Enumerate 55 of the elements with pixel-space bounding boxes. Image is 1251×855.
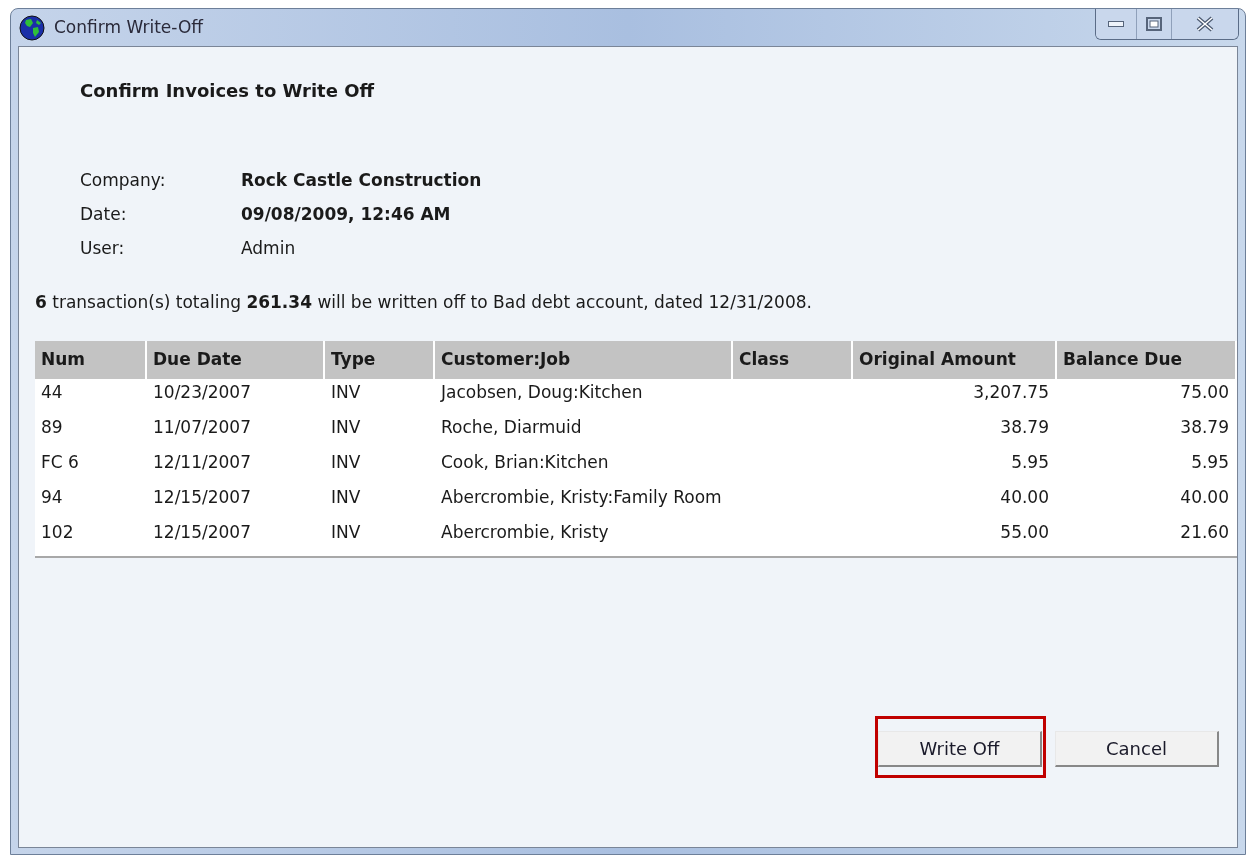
field-value: Rock Castle Construction (241, 169, 482, 193)
table-cell: 55.00 (1000, 522, 1049, 542)
table-cell: Abercrombie, Kristy:Family Room (441, 487, 722, 507)
close-button[interactable] (1172, 9, 1238, 39)
table-cell: 11/07/2007 (153, 417, 251, 437)
maximize-icon (1146, 17, 1162, 31)
field-label: User: (80, 237, 126, 261)
table-cell: 89 (41, 417, 63, 437)
globe-icon (19, 14, 45, 41)
table-cell: 40.00 (1000, 487, 1049, 507)
table-cell: Cook, Brian:Kitchen (441, 452, 609, 472)
dialog-heading: Confirm Invoices to Write Off (80, 79, 375, 103)
table-cell: 21.60 (1180, 522, 1229, 542)
table-cell: 12/11/2007 (153, 452, 251, 472)
close-icon (1195, 16, 1215, 32)
field-value: 09/08/2009, 12:46 AM (241, 203, 451, 227)
table-cell: 10/23/2007 (153, 382, 251, 402)
field-label: Date: (80, 203, 128, 227)
table-cell: FC 6 (41, 452, 79, 472)
column-header[interactable]: Original Amount (853, 341, 1055, 379)
window-title: Confirm Write-Off (54, 15, 203, 39)
column-header[interactable]: Class (733, 341, 851, 379)
table-cell: Roche, Diarmuid (441, 417, 582, 437)
table-cell: 12/15/2007 (153, 522, 251, 542)
table-cell: INV (331, 417, 361, 437)
maximize-button[interactable] (1136, 9, 1172, 39)
table-cell: INV (331, 522, 361, 542)
table-cell: 38.79 (1180, 417, 1229, 437)
minimize-button[interactable] (1096, 9, 1136, 39)
column-header[interactable]: Customer:Job (435, 341, 731, 379)
table-cell: Abercrombie, Kristy (441, 522, 609, 542)
table-cell: 102 (41, 522, 74, 542)
table-cell: 40.00 (1180, 487, 1229, 507)
table-cell: INV (331, 487, 361, 507)
column-header[interactable]: Due Date (147, 341, 323, 379)
column-header[interactable]: Balance Due (1057, 341, 1235, 379)
table-cell: 3,207.75 (973, 382, 1049, 402)
table-cell: 5.95 (1191, 452, 1229, 472)
minimize-icon (1108, 21, 1124, 27)
cancel-button[interactable]: Cancel (1055, 731, 1219, 767)
table-cell: Jacobsen, Doug:Kitchen (441, 382, 643, 402)
field-label: Company: (80, 169, 167, 193)
column-header[interactable]: Num (35, 341, 145, 379)
table-cell: INV (331, 382, 361, 402)
table-cell: 12/15/2007 (153, 487, 251, 507)
table-cell: 94 (41, 487, 63, 507)
table-cell: 44 (41, 382, 63, 402)
write-off-button[interactable]: Write Off (878, 731, 1042, 767)
table-cell: 5.95 (1011, 452, 1049, 472)
column-header[interactable]: Type (325, 341, 433, 379)
table-cell: 75.00 (1180, 382, 1229, 402)
field-value: Admin (241, 237, 296, 261)
table-cell: INV (331, 452, 361, 472)
summary-text: 6 transaction(s) totaling 261.34 will be written off to Bad debt account, dated 12/31/2008. (35, 291, 812, 314)
table-cell: 38.79 (1000, 417, 1049, 437)
